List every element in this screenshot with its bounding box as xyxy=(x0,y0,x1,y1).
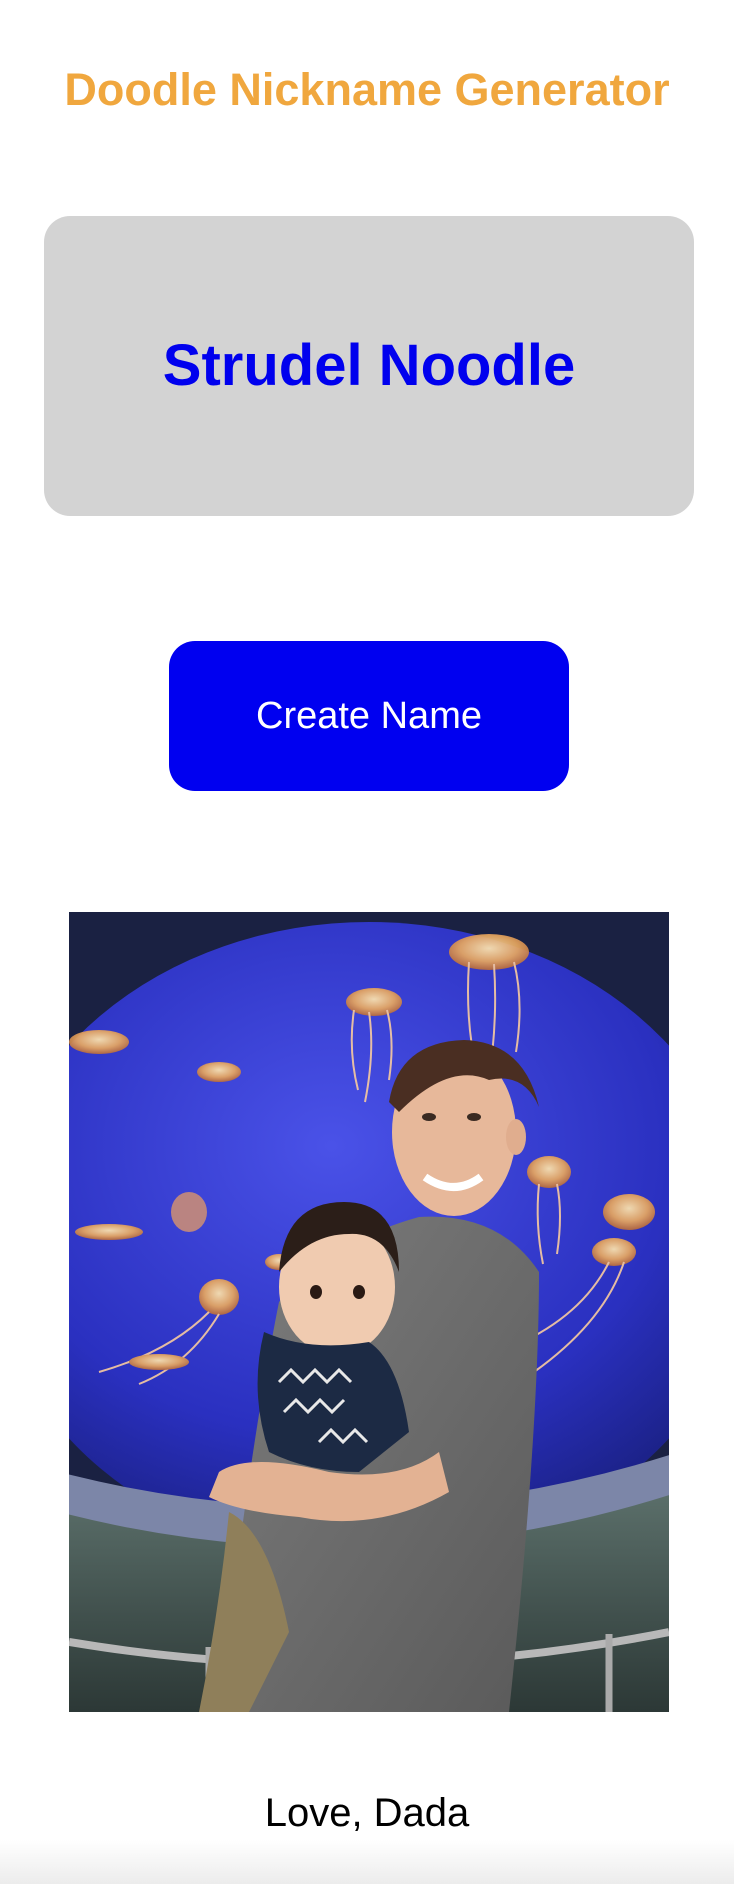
nickname-text: Strudel Noodle xyxy=(162,333,576,398)
signoff-text: Love, Dada xyxy=(264,1791,470,1835)
create-name-button[interactable]: Create Name xyxy=(169,641,569,791)
family-photo xyxy=(69,912,669,1712)
page: Doodle Nickname Generator Strudel Noodle… xyxy=(0,0,734,1884)
nickname-card: Strudel Noodle xyxy=(44,216,694,516)
page-title: Doodle Nickname Generator xyxy=(64,64,670,115)
